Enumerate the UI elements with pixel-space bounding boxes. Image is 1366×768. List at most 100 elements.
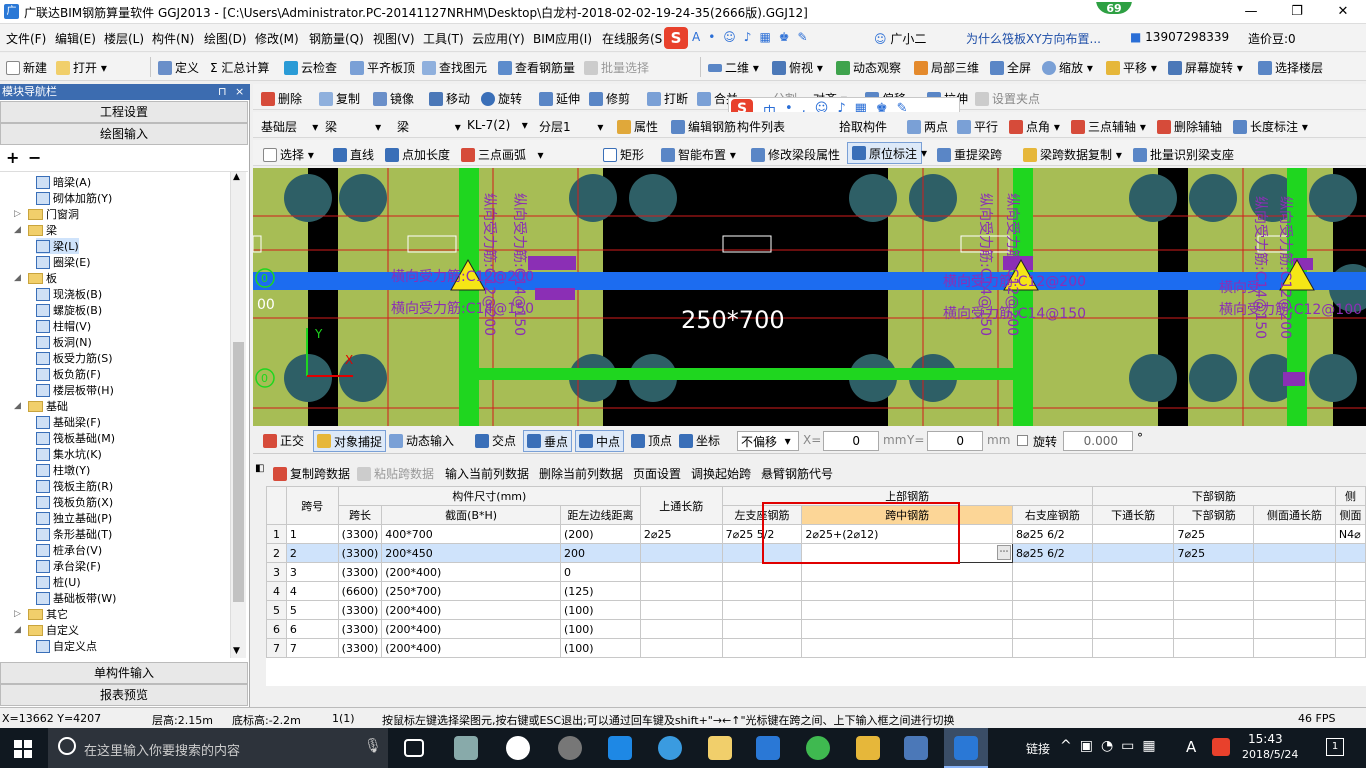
tree-folder[interactable]: ▷ 门窗洞 bbox=[14, 206, 79, 222]
tree-item[interactable]: 砌体加筋(Y) bbox=[36, 190, 112, 206]
clock-date[interactable]: 2018/5/24 bbox=[1242, 748, 1298, 761]
table-cell[interactable] bbox=[1091, 600, 1175, 620]
tree-item[interactable]: 桩承台(V) bbox=[36, 542, 102, 558]
table-cell[interactable]: 200 bbox=[560, 543, 641, 563]
menu-modify[interactable]: 修改(M) bbox=[255, 30, 299, 47]
more-dropdown-arrow[interactable]: ▾ bbox=[921, 146, 927, 160]
tree-item[interactable]: 基础板带(W) bbox=[36, 590, 116, 606]
tree-expander-icon[interactable]: ▷ bbox=[14, 609, 24, 619]
table-cell[interactable]: (3300) bbox=[337, 600, 383, 620]
tree-item[interactable]: 楼层板带(H) bbox=[36, 382, 114, 398]
table-cell[interactable]: (3300) bbox=[337, 524, 383, 544]
menu-view[interactable]: 视图(V) bbox=[373, 30, 415, 47]
screenshot-app-icon[interactable] bbox=[904, 736, 928, 760]
tree-folder[interactable]: ◢ 自定义 bbox=[14, 622, 79, 638]
cell-ellipsis-button[interactable]: ⋯ bbox=[996, 545, 1011, 560]
panel-close-icon[interactable]: × bbox=[235, 84, 244, 100]
settings-app-icon[interactable] bbox=[558, 736, 582, 760]
fan-app-icon[interactable] bbox=[454, 736, 478, 760]
table-cell[interactable] bbox=[1253, 581, 1336, 601]
vertex-toggle[interactable]: 顶点 bbox=[631, 432, 672, 449]
rotate-button[interactable]: 旋转 bbox=[481, 90, 522, 107]
tree-item[interactable]: 自定义点 bbox=[36, 638, 97, 654]
y-input[interactable]: 0 bbox=[927, 431, 983, 451]
sogou-ime-icon[interactable]: S bbox=[664, 27, 688, 49]
tree-item[interactable]: 板负筋(F) bbox=[36, 366, 101, 382]
screen-rotate-dropdown[interactable]: 屏幕旋转 ▾ bbox=[1168, 59, 1243, 76]
drawing-canvas[interactable]: 横向受力筋:C12@200 横向受力筋:C14@150 横向受力筋:C12@20… bbox=[253, 168, 1366, 426]
table-cell[interactable] bbox=[639, 543, 723, 563]
tree-item[interactable]: 现浇板(B) bbox=[36, 286, 102, 302]
tree-item[interactable]: 条形基础(T) bbox=[36, 526, 112, 542]
tree-item[interactable]: 基础梁(F) bbox=[36, 414, 101, 430]
table-cell[interactable]: (200*400) bbox=[381, 600, 561, 620]
menu-component[interactable]: 构件(N) bbox=[152, 30, 194, 47]
table-cell[interactable]: 6 bbox=[285, 619, 339, 639]
table-cell[interactable] bbox=[1334, 562, 1366, 582]
new-button[interactable]: 新建 bbox=[6, 59, 47, 76]
menu-draw[interactable]: 绘图(D) bbox=[204, 30, 247, 47]
table-cell[interactable] bbox=[801, 619, 1013, 639]
single-component-input-button[interactable]: 单构件输入 bbox=[0, 662, 248, 684]
collapse-all-icon[interactable]: − bbox=[28, 148, 41, 167]
table-cell[interactable]: (3300) bbox=[337, 638, 383, 658]
tree-expander-icon[interactable]: ◢ bbox=[14, 225, 24, 235]
in-situ-annotation-button[interactable]: 原位标注 bbox=[847, 142, 923, 164]
table-cell[interactable] bbox=[1011, 562, 1093, 582]
span-data-copy-dropdown[interactable]: 梁跨数据复制 ▾ bbox=[1023, 146, 1122, 163]
trim-button[interactable]: 修剪 bbox=[589, 90, 630, 107]
table-cell[interactable] bbox=[639, 619, 723, 639]
tree-item[interactable]: 板洞(N) bbox=[36, 334, 92, 350]
table-cell[interactable]: (200) bbox=[560, 524, 641, 544]
ime-toolbar-icons[interactable]: A•☺♪▦♚✎ bbox=[692, 30, 816, 44]
page-setup-button[interactable]: 页面设置 bbox=[633, 465, 681, 482]
table-cell[interactable] bbox=[801, 562, 1013, 582]
table-cell[interactable] bbox=[1011, 619, 1093, 639]
tray-icons[interactable]: ^▣◔▭▦ bbox=[1060, 738, 1164, 754]
table-row[interactable]: 5 5 (3300) (200*400) (100) bbox=[266, 600, 1366, 620]
table-cell[interactable] bbox=[721, 638, 803, 658]
object-snap-toggle[interactable]: 对象捕捉 bbox=[313, 430, 387, 452]
table-cell[interactable] bbox=[721, 562, 803, 582]
tree-item[interactable]: 集水坑(K) bbox=[36, 446, 102, 462]
table-cell[interactable]: (3300) bbox=[337, 562, 383, 582]
windows-start-icon[interactable] bbox=[14, 740, 32, 758]
tree-item[interactable]: 桩(U) bbox=[36, 574, 81, 590]
align-slab-top-button[interactable]: 平齐板顶 bbox=[350, 59, 415, 76]
table-cell[interactable] bbox=[639, 581, 723, 601]
tree-item[interactable]: 圈梁(E) bbox=[36, 254, 91, 270]
edge-icon[interactable] bbox=[608, 736, 632, 760]
tree-item[interactable]: 柱帽(V) bbox=[36, 318, 91, 334]
table-cell[interactable] bbox=[1334, 638, 1366, 658]
tree-item[interactable]: 螺旋板(B) bbox=[36, 302, 102, 318]
table-cell[interactable] bbox=[1091, 638, 1175, 658]
table-row[interactable]: 7 7 (3300) (200*400) (100) bbox=[266, 638, 1366, 658]
table-cell[interactable] bbox=[1091, 543, 1175, 563]
point-length-button[interactable]: 点加长度 bbox=[385, 146, 450, 163]
table-cell[interactable]: (3300) bbox=[337, 543, 383, 563]
open-button[interactable]: 打开 ▾ bbox=[56, 59, 107, 76]
re-extract-span-button[interactable]: 重提梁跨 bbox=[937, 146, 1002, 163]
delete-button[interactable]: 删除 bbox=[261, 90, 302, 107]
close-button[interactable]: ✕ bbox=[1320, 0, 1366, 24]
rectangle-button[interactable]: 矩形 bbox=[603, 146, 644, 163]
tree-expander-icon[interactable]: ◢ bbox=[14, 273, 24, 283]
table-cell[interactable]: (125) bbox=[560, 581, 641, 601]
table-cell[interactable] bbox=[1253, 543, 1336, 563]
table-cell[interactable]: 7⌀25 bbox=[1173, 524, 1255, 544]
top-view-dropdown[interactable]: 俯视 ▾ bbox=[772, 59, 823, 76]
delete-axis-button[interactable]: 删除辅轴 bbox=[1157, 118, 1222, 135]
table-cell[interactable]: 5 bbox=[285, 600, 339, 620]
table-cell[interactable] bbox=[1253, 638, 1336, 658]
tree-folder[interactable]: ◢ 板 bbox=[14, 270, 57, 286]
drawing-input-button[interactable]: 绘图输入 bbox=[0, 123, 248, 145]
table-cell[interactable]: (200*400) bbox=[381, 562, 561, 582]
rotate-checkbox[interactable] bbox=[1017, 435, 1028, 446]
table-cell[interactable] bbox=[1011, 581, 1093, 601]
2d-dropdown[interactable]: 二维 ▾ bbox=[708, 59, 759, 76]
table-cell[interactable]: (200*400) bbox=[381, 638, 561, 658]
table-cell[interactable] bbox=[1011, 638, 1093, 658]
table-row[interactable]: 6 6 (3300) (200*400) (100) bbox=[266, 619, 1366, 639]
table-cell[interactable] bbox=[1334, 581, 1366, 601]
table-cell[interactable]: 4 bbox=[285, 581, 339, 601]
